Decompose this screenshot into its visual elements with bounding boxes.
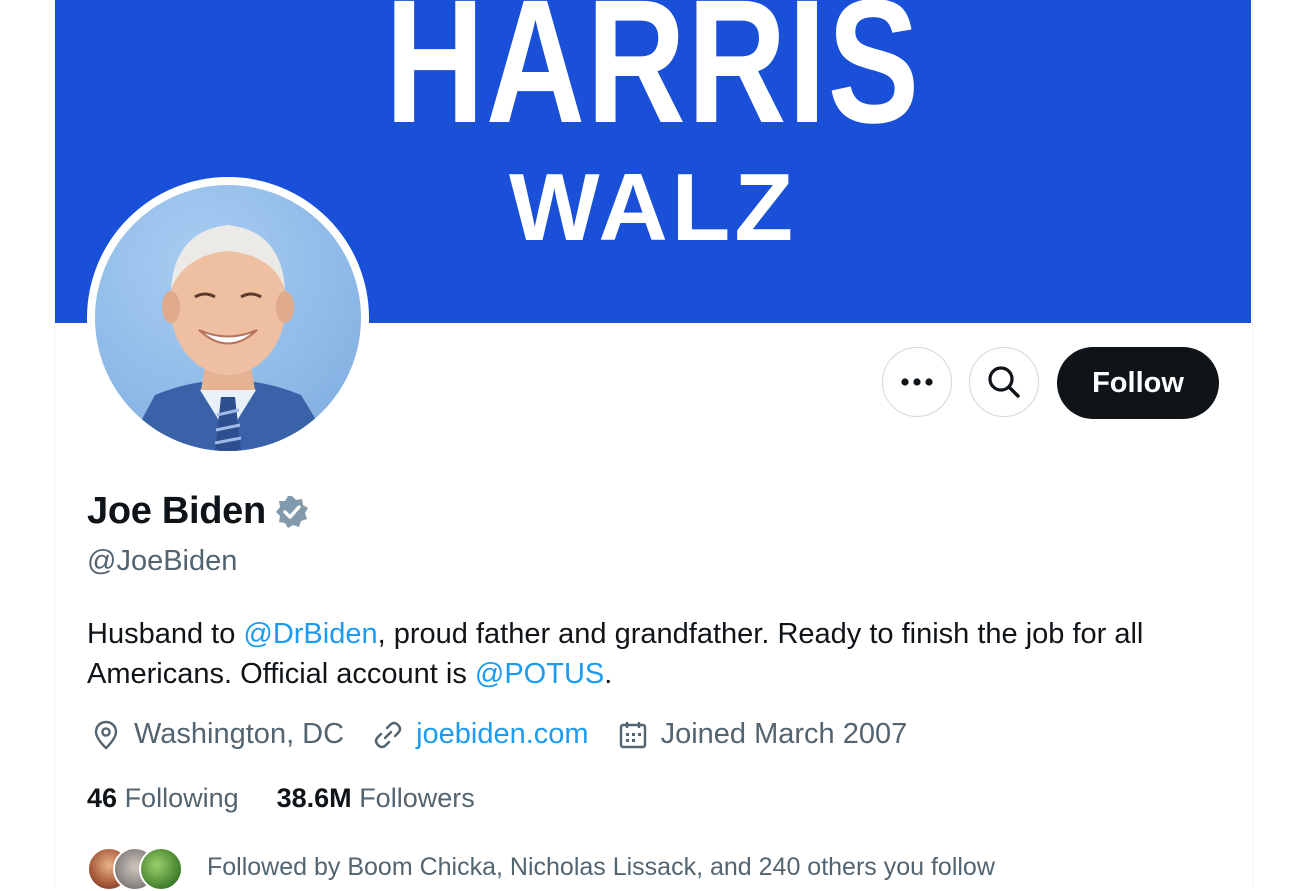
bio-text: Husband to [87, 618, 244, 650]
profile-meta: Washington, DC joebiden.com Joined March… [90, 718, 935, 751]
following-label: Following [124, 783, 239, 813]
followed-by-avatars [87, 845, 187, 891]
following-stat[interactable]: 46 Following [87, 783, 239, 814]
followed-by-row[interactable]: Followed by Boom Chicka, Nicholas Lissac… [87, 845, 995, 891]
profile-name: Joe Biden [87, 490, 266, 532]
banner-title: HARRIS [385, 0, 921, 160]
website-item: joebiden.com [372, 718, 589, 751]
followers-count: 38.6M [276, 783, 352, 813]
link-icon [374, 721, 402, 748]
search-profile-button[interactable] [969, 347, 1039, 417]
calendar-icon [619, 721, 646, 748]
follow-button[interactable]: Follow [1057, 347, 1219, 419]
more-horizontal-icon [901, 378, 933, 386]
joined-text: Joined March 2007 [660, 718, 908, 750]
avatar-photo [95, 185, 361, 451]
profile-bio: Husband to @DrBiden, proud father and gr… [87, 614, 1227, 694]
more-options-button[interactable] [882, 347, 952, 417]
followers-label: Followers [359, 783, 475, 813]
avatar [139, 847, 183, 891]
followers-stat[interactable]: 38.6M Followers [277, 783, 475, 814]
location-pin-icon [94, 720, 118, 750]
mention-drbiden-link[interactable]: @DrBiden [243, 618, 377, 650]
joined-item: Joined March 2007 [617, 718, 908, 751]
bio-text: . [604, 658, 613, 690]
mention-potus-link[interactable]: @POTUS [475, 658, 604, 690]
following-count: 46 [87, 783, 118, 813]
profile-avatar[interactable] [87, 177, 369, 459]
profile-handle: @JoeBiden [87, 545, 238, 577]
search-icon [988, 366, 1020, 398]
profile-stats: 46 Following 38.6M Followers [87, 783, 513, 814]
profile-name-row: Joe Biden [87, 490, 310, 533]
location-item: Washington, DC [90, 718, 344, 751]
followed-by-text: Followed by Boom Chicka, Nicholas Lissac… [207, 852, 995, 881]
website-link[interactable]: joebiden.com [416, 718, 589, 751]
location-text: Washington, DC [134, 718, 345, 750]
verified-badge-icon[interactable] [274, 494, 310, 530]
